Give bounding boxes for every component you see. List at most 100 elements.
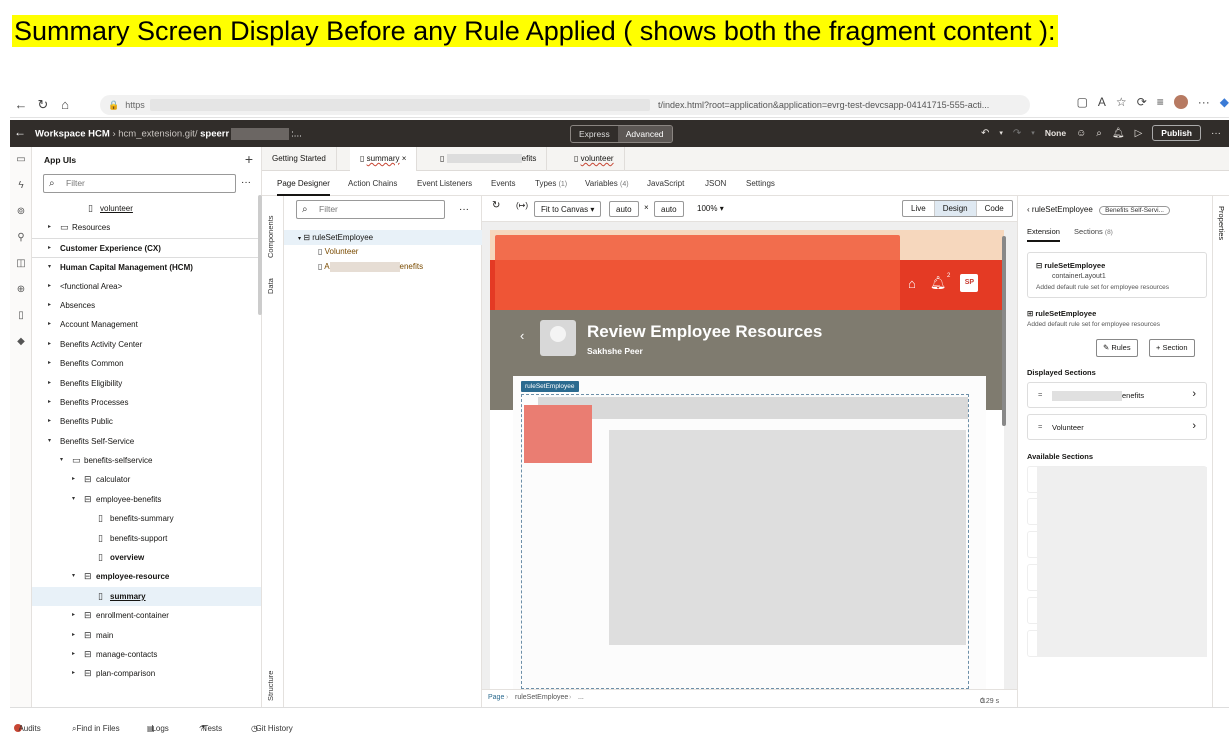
chevron-right-icon[interactable]: ▸ [48, 393, 51, 412]
tab-icon[interactable]: ▢ [1077, 95, 1088, 109]
tab-benefits[interactable]: ▯ efits [430, 147, 548, 171]
tab-volunteer[interactable]: ▯ volunteer [564, 147, 625, 171]
nav-tree-item[interactable]: ▸ ▭ Resources [32, 218, 261, 237]
code-button[interactable]: Code [977, 201, 1012, 216]
copilot-icon[interactable]: ◆ [1220, 95, 1229, 109]
nav-tree-item[interactable]: ▯ benefits-support [32, 529, 261, 548]
undo-icon[interactable]: ↶ [981, 128, 989, 139]
tab-summary[interactable]: ▯ summary × [350, 147, 418, 171]
diamond-icon[interactable]: ◆ [10, 329, 32, 355]
chevron-right-icon[interactable]: › [1192, 420, 1196, 432]
web-apps-icon[interactable]: ▭ [10, 147, 32, 173]
refresh-icon[interactable]: ↻ [32, 97, 54, 113]
services-icon[interactable]: ⊚ [10, 199, 32, 225]
breadcrumb-page[interactable]: Page [488, 694, 504, 701]
play-icon[interactable]: ▷ [1135, 128, 1143, 139]
chevron-right-icon[interactable]: ▸ [48, 335, 51, 354]
nav-tree-item[interactable]: ▸ Benefits Common [32, 354, 261, 373]
container-card[interactable]: ⊟ ruleSetEmployee containerLayout1 Added… [1027, 252, 1207, 298]
chevron-down-icon[interactable]: ▾ [72, 490, 75, 509]
tab-action-chains[interactable]: Action Chains [348, 171, 397, 196]
smiley-icon[interactable]: ☺ [1076, 128, 1086, 139]
chevron-right-icon[interactable]: ▸ [72, 664, 75, 683]
chevron-right-icon[interactable]: ▸ [48, 374, 51, 393]
home-icon[interactable]: ⌂ [908, 276, 916, 291]
chevron-right-icon[interactable]: ▸ [72, 645, 75, 664]
nav-tree-item[interactable]: ▸ Benefits Public [32, 412, 261, 431]
search-icon[interactable]: ⌕ [1096, 128, 1102, 139]
read-aloud-icon[interactable]: A [1098, 95, 1106, 109]
add-section-button[interactable]: + Section [1149, 339, 1195, 357]
nav-tree-item[interactable]: ▸ ⊟ enrollment-container [32, 606, 261, 625]
redo-icon[interactable]: ↷ [1013, 128, 1021, 139]
nav-tree-item[interactable]: ▸ ⊟ calculator [32, 470, 261, 489]
zoom-select[interactable]: 100% ▾ [697, 204, 724, 213]
structure-node-benefits[interactable]: ▯ Aenefits [318, 262, 423, 272]
nav-tree-item[interactable]: ▯ overview [32, 548, 261, 567]
tab-sections[interactable]: Sections (8) [1074, 227, 1113, 236]
tab-page-designer[interactable]: Page Designer [277, 171, 330, 196]
canvas-scrollbar[interactable] [1002, 236, 1006, 426]
profile-avatar[interactable] [1173, 95, 1188, 109]
nav-tree-item[interactable]: ▾ ⊟ employee-benefits [32, 490, 261, 509]
components-tab[interactable]: Components [266, 215, 275, 258]
live-button[interactable]: Live [903, 201, 935, 216]
breadcrumb-ruleset[interactable]: ruleSetEmployee [515, 694, 568, 701]
chevron-right-icon[interactable]: ▸ [48, 218, 51, 237]
tab-getting-started[interactable]: Getting Started [262, 147, 337, 171]
workspace-name[interactable]: Workspace HCM [35, 129, 110, 140]
components-icon[interactable]: ⚲ [10, 225, 32, 251]
chevron-right-icon[interactable]: ▸ [48, 277, 51, 296]
rules-button[interactable]: ✎ Rules [1096, 339, 1138, 357]
nav-tree-item[interactable]: ▾ Benefits Self-Service [32, 432, 261, 451]
find-in-files-button[interactable]: ⌕ Find in Files [72, 716, 120, 733]
chevron-down-icon[interactable]: ▾ [72, 567, 75, 586]
branch-user[interactable]: speerr [200, 129, 229, 140]
drag-handle-icon[interactable]: = [1038, 390, 1042, 399]
extensions-icon[interactable]: ⟳ [1137, 95, 1147, 109]
add-icon[interactable]: + [245, 151, 253, 167]
back-arrow-icon[interactable]: ← [14, 125, 26, 139]
nav-tree-item[interactable]: ▸ ⊟ main [32, 626, 261, 645]
back-arrow-icon[interactable]: ← [10, 97, 32, 112]
fit-to-canvas-select[interactable]: Fit to Canvas ▾ [534, 201, 602, 217]
nav-tree-item[interactable]: ▾ ⊟ employee-resource [32, 567, 261, 586]
displayed-section-benefits[interactable]: = enefits › [1027, 382, 1207, 408]
tab-settings[interactable]: Settings [746, 171, 775, 196]
repo-name[interactable]: hcm_extension.git/ [118, 129, 197, 140]
nav-tree-item[interactable]: ▸ <functional Area> [32, 277, 261, 296]
bell-icon[interactable]: 🔔︎ [1112, 128, 1125, 139]
tab-extension[interactable]: Extension [1027, 227, 1060, 242]
address-bar[interactable]: 🔒 https t/index.html?root=application&ap… [100, 95, 1030, 115]
structure-tab[interactable]: Structure [266, 671, 275, 701]
nav-tree-item[interactable]: ▸ Benefits Processes [32, 393, 261, 412]
tab-event-listeners[interactable]: Event Listeners [417, 171, 472, 196]
business-objects-icon[interactable]: ◫ [10, 251, 32, 277]
more-icon[interactable]: ··· [459, 204, 469, 215]
express-mode-button[interactable]: Express [571, 126, 618, 142]
publish-button[interactable]: Publish [1152, 125, 1201, 141]
chevron-right-icon[interactable]: ▸ [48, 315, 51, 334]
nav-tree-item[interactable]: ▯ summary [32, 586, 261, 607]
chevron-right-icon[interactable]: › [1192, 388, 1196, 400]
chevron-right-icon[interactable]: ▸ [72, 626, 75, 645]
logs-button[interactable]: ▤ Logs [147, 716, 169, 733]
chevron-right-icon[interactable]: ▸ [48, 412, 51, 431]
chevron-down-icon[interactable]: ▾ [999, 129, 1003, 137]
design-button[interactable]: Design [934, 201, 977, 216]
structure-root-node[interactable]: ▾ ⊟ ruleSetEmployee [284, 230, 482, 245]
nav-tree-item[interactable]: ▸ Benefits Eligibility [32, 374, 261, 393]
close-icon[interactable]: × [402, 154, 407, 163]
bell-icon[interactable]: 🔔︎ 2 [930, 273, 951, 291]
more-icon[interactable]: ··· [1211, 128, 1221, 139]
data-tab[interactable]: Data [266, 278, 275, 294]
tab-json[interactable]: JSON [705, 171, 726, 196]
nav-tree-item[interactable]: ▸ Customer Experience (CX) [32, 237, 261, 257]
git-history-button[interactable]: ◷ Git History [251, 716, 293, 733]
tab-types[interactable]: Types (1) [535, 171, 567, 196]
height-input[interactable]: auto [654, 201, 684, 217]
chevron-down-icon[interactable]: ▾ [48, 432, 51, 451]
variables-icon[interactable]: (↦) [516, 201, 528, 210]
tests-button[interactable]: ⚗ Tests [199, 716, 222, 733]
chevron-right-icon[interactable]: ▸ [72, 470, 75, 489]
